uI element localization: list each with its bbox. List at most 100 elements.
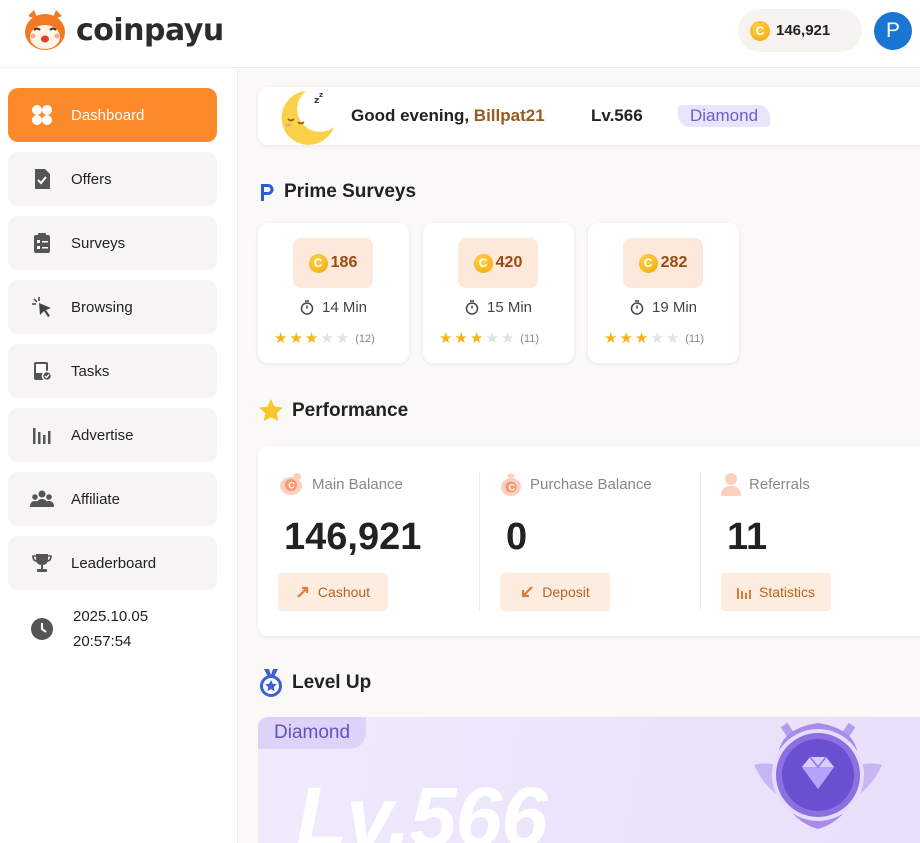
bar-chart-icon [30, 423, 54, 447]
referrals-value: 11 [727, 516, 768, 558]
sidebar-item-label: Leaderboard [71, 554, 157, 572]
greeting-salutation: Good evening, [351, 106, 470, 125]
sidebar-item-label: Offers [71, 170, 112, 188]
sidebar-item-label: Advertise [71, 426, 134, 444]
perf-label-text: Referrals [749, 475, 810, 493]
perf-label: Referrals [721, 472, 810, 496]
rating-count: (11) [685, 332, 705, 345]
survey-reward: C 282 [623, 238, 703, 288]
referrals-column: Referrals 11 Statistics [701, 446, 920, 636]
survey-duration: 14 Min [258, 299, 409, 316]
perf-label: C Main Balance [278, 472, 403, 496]
level-up-card: Diamond Lv.566 [258, 717, 920, 843]
trophy-icon [30, 551, 54, 575]
coin-icon: C [473, 253, 493, 273]
sidebar-item-label: Surveys [71, 234, 126, 252]
star-icon: ★ [604, 330, 618, 347]
deposit-arrow-icon [520, 585, 534, 599]
star-icon: ★ [650, 330, 664, 347]
button-label: Deposit [542, 584, 590, 600]
user-level: Lv.566 [591, 106, 643, 125]
main-content: z z Good evening, Billpat21 Lv.566 Diamo… [238, 69, 920, 843]
people-icon [30, 487, 54, 511]
sidebar-item-label: Browsing [71, 298, 133, 316]
dashboard-icon [30, 103, 54, 127]
section-title-text: Prime Surveys [284, 181, 417, 202]
diamond-badge-icon [754, 722, 882, 829]
piggy-coin-icon: C [278, 472, 304, 496]
deposit-button[interactable]: Deposit [500, 573, 610, 611]
survey-reward-value: 186 [330, 254, 358, 271]
user-tier-badge: Diamond [678, 105, 771, 127]
svg-text:C: C [288, 481, 295, 491]
survey-rating: ★ ★ ★ ★ ★ (11) [604, 331, 704, 346]
cashout-button[interactable]: Cashout [278, 573, 388, 611]
performance-heading: Performance [258, 398, 408, 423]
sidebar-item-leaderboard[interactable]: Leaderboard [8, 536, 217, 590]
stopwatch-icon [630, 300, 644, 315]
tasks-icon [30, 359, 54, 383]
sidebar-item-browsing[interactable]: Browsing [8, 280, 217, 334]
logo[interactable]: coinpayu [22, 8, 224, 52]
coin-icon: C [638, 253, 658, 273]
button-label: Cashout [317, 584, 371, 600]
server-clock: 2025.10.05 20:57:54 [30, 604, 148, 654]
logo-text: coinpayu [76, 12, 224, 48]
avatar[interactable]: P [874, 12, 912, 50]
perf-label-text: Purchase Balance [530, 475, 652, 493]
greeting-text: Good evening, Billpat21 [351, 106, 545, 126]
sidebar-item-surveys[interactable]: Surveys [8, 216, 217, 270]
sidebar-item-label: Tasks [71, 362, 110, 380]
coin-icon: C [750, 20, 770, 41]
sidebar-item-label: Dashboard [71, 106, 145, 124]
svg-text:C: C [509, 483, 516, 493]
level-up-heading: Level Up [258, 669, 371, 697]
star-icon: ★ [665, 330, 680, 347]
sidebar-item-offers[interactable]: Offers [8, 152, 217, 206]
perf-label: C Purchase Balance [500, 472, 652, 496]
statistics-button[interactable]: Statistics [721, 573, 831, 611]
survey-reward-value: 420 [495, 254, 523, 271]
survey-card[interactable]: C 420 15 Min ★ ★ ★ ★ ★ (11) [423, 223, 574, 363]
rating-count: (11) [520, 332, 540, 345]
stopwatch-icon [300, 300, 314, 315]
survey-card[interactable]: C 282 19 Min ★ ★ ★ ★ ★ (11) [588, 223, 739, 363]
star-icon: ★ [634, 330, 649, 347]
sidebar: Dashboard Offers Surveys Browsing Tasks … [0, 69, 238, 843]
survey-time-text: 19 Min [651, 299, 698, 316]
clock-date: 2025.10.05 [73, 608, 149, 625]
survey-duration: 15 Min [423, 299, 574, 316]
main-balance-column: C Main Balance 146,921 Cashout [258, 446, 478, 636]
coin-bag-icon: C [500, 472, 522, 496]
greeting-username[interactable]: Billpat21 [474, 106, 545, 125]
sidebar-item-advertise[interactable]: Advertise [8, 408, 217, 462]
star-icon: ★ [335, 330, 350, 347]
star-icon: ★ [454, 330, 468, 347]
survey-rating: ★ ★ ★ ★ ★ (12) [274, 331, 375, 346]
section-title-text: Performance [292, 399, 409, 421]
star-icon: ★ [274, 330, 288, 347]
sidebar-item-dashboard[interactable]: Dashboard [8, 88, 217, 142]
top-header: coinpayu C 146,921 P [0, 0, 920, 68]
header-balance-amount: 146,921 [776, 22, 831, 39]
performance-card: C Main Balance 146,921 Cashout C Purchas… [258, 446, 920, 636]
star-icon: ★ [304, 330, 319, 347]
survey-time-text: 14 Min [321, 299, 368, 316]
purchase-balance-column: C Purchase Balance 0 Deposit [480, 446, 700, 636]
main-balance-value: 146,921 [284, 516, 422, 558]
survey-rating: ★ ★ ★ ★ ★ (11) [439, 331, 539, 346]
star-icon: ★ [619, 330, 633, 347]
header-balance[interactable]: C 146,921 [738, 9, 862, 52]
sidebar-item-affiliate[interactable]: Affiliate [8, 472, 217, 526]
person-icon [721, 472, 741, 496]
rating-count: (12) [355, 332, 375, 345]
star-icon: ★ [320, 330, 334, 347]
star-icon: ★ [439, 330, 453, 347]
star-icon: ★ [289, 330, 303, 347]
survey-card[interactable]: C 186 14 Min ★ ★ ★ ★ ★ (12) [258, 223, 409, 363]
level-tier-badge: Diamond [258, 717, 367, 749]
offers-icon [30, 167, 54, 191]
sleeping-moon-icon: z z [281, 91, 334, 145]
sidebar-item-tasks[interactable]: Tasks [8, 344, 217, 398]
survey-reward-value: 282 [660, 254, 688, 271]
